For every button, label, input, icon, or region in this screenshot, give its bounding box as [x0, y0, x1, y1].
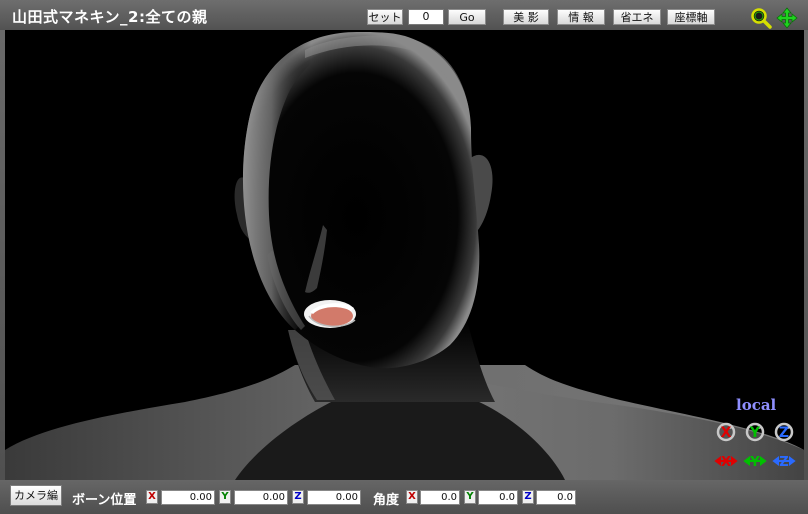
- mannequin-render: [5, 32, 804, 480]
- position-y-label: Y: [219, 490, 231, 504]
- position-y-input[interactable]: 0.00: [234, 490, 288, 505]
- eco-mode-button[interactable]: 省エネ: [613, 9, 661, 25]
- move-x-icon[interactable]: X: [714, 449, 738, 473]
- angle-z-input[interactable]: 0.0: [536, 490, 576, 505]
- svg-text:Z: Z: [779, 425, 789, 441]
- rotate-z-icon[interactable]: Z: [772, 420, 796, 444]
- angle-y-input[interactable]: 0.0: [478, 490, 518, 505]
- position-z-input[interactable]: 0.00: [307, 490, 361, 505]
- svg-text:Y: Y: [749, 455, 760, 470]
- angle-x-input[interactable]: 0.0: [420, 490, 460, 505]
- window-title: 山田式マネキン_2:全ての親: [12, 8, 208, 26]
- svg-text:X: X: [721, 425, 732, 441]
- title-bar: 山田式マネキン_2:全ての親 セット 0 Go 美 影 情 報 省エネ 座標軸: [0, 0, 808, 30]
- position-z-label: Z: [292, 490, 304, 504]
- camera-edit-button[interactable]: カメラ編: [10, 485, 62, 506]
- bone-edit-bar: カメラ編 ボーン位置 X 0.00 Y 0.00 Z 0.00 角度 X 0.0…: [0, 480, 808, 514]
- move-arrows-icon[interactable]: [776, 7, 798, 29]
- rotate-y-icon[interactable]: Y: [743, 420, 767, 444]
- move-z-icon[interactable]: Z: [772, 449, 796, 473]
- angle-label: 角度: [373, 493, 400, 508]
- angle-z-label: Z: [522, 490, 534, 504]
- move-y-icon[interactable]: Y: [743, 449, 767, 473]
- coordinate-mode-label[interactable]: local: [736, 396, 776, 414]
- info-button[interactable]: 情 報: [557, 9, 605, 25]
- frame-number-input[interactable]: 0: [408, 9, 444, 25]
- 3d-viewport[interactable]: local X Y Z X Y Z: [5, 30, 804, 480]
- angle-y-label: Y: [464, 490, 476, 504]
- magnifier-icon[interactable]: [750, 7, 772, 29]
- rotate-x-icon[interactable]: X: [714, 420, 738, 444]
- axis-toggle-button[interactable]: 座標軸: [667, 9, 715, 25]
- bone-position-label: ボーン位置: [72, 493, 137, 508]
- beauty-shadow-button[interactable]: 美 影: [503, 9, 549, 25]
- svg-text:Y: Y: [749, 425, 761, 441]
- position-x-input[interactable]: 0.00: [161, 490, 215, 505]
- position-x-label: X: [146, 490, 158, 504]
- svg-text:X: X: [721, 455, 731, 470]
- go-button[interactable]: Go: [448, 9, 486, 25]
- mannequin-mouth: [304, 300, 356, 328]
- svg-text:Z: Z: [779, 455, 788, 470]
- angle-x-label: X: [406, 490, 418, 504]
- set-button[interactable]: セット: [367, 9, 403, 25]
- app-window: 山田式マネキン_2:全ての親 セット 0 Go 美 影 情 報 省エネ 座標軸: [0, 0, 808, 514]
